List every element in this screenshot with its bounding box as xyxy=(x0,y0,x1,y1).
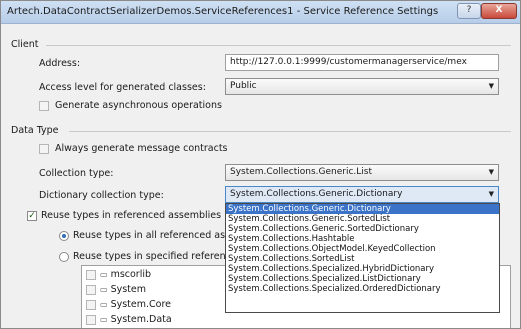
list-item[interactable]: ▭ System.Core xyxy=(86,299,171,312)
assembly-icon: ▭ xyxy=(100,315,108,324)
assembly-checkbox[interactable] xyxy=(86,284,96,295)
window-title: Artech.DataContractSerializerDemos.Servi… xyxy=(7,6,439,17)
address-input[interactable]: http://127.0.0.1:9999/customermanagerser… xyxy=(225,54,499,71)
reuse-types-label: Reuse types in referenced assemblies xyxy=(41,210,222,221)
reuse-all-radio[interactable] xyxy=(59,231,69,241)
assembly-icon: ▭ xyxy=(100,285,108,294)
service-reference-settings-window: Artech.DataContractSerializerDemos.Servi… xyxy=(0,0,521,329)
chevron-down-icon: ▼ xyxy=(488,190,494,198)
dropdown-option[interactable]: System.Collections.SortedList xyxy=(226,254,499,264)
message-contracts-checkbox[interactable] xyxy=(39,144,49,154)
collection-type-value: System.Collections.Generic.List xyxy=(230,167,372,177)
list-item[interactable]: ▭ mscorlib xyxy=(86,269,151,282)
dropdown-option[interactable]: System.Collections.Generic.SortedList xyxy=(226,214,499,224)
assembly-name: mscorlib xyxy=(110,269,152,280)
assembly-checkbox[interactable] xyxy=(86,314,96,325)
address-label: Address: xyxy=(39,58,81,69)
chevron-down-icon: ▼ xyxy=(488,168,494,176)
access-level-select[interactable]: Public ▼ xyxy=(225,78,499,95)
assembly-name: System.Data xyxy=(110,314,172,325)
dropdown-option[interactable]: System.Collections.Specialized.OrderedDi… xyxy=(226,284,499,294)
assembly-name: System.Core xyxy=(110,299,171,310)
assembly-icon: ▭ xyxy=(100,270,108,279)
dictionary-type-select[interactable]: System.Collections.Generic.Dictionary ▼ xyxy=(225,186,499,203)
data-type-section-label: Data Type xyxy=(11,125,59,136)
dictionary-type-dropdown-list[interactable]: System.Collections.Generic.Dictionary Sy… xyxy=(225,203,500,313)
dropdown-option[interactable]: System.Collections.Hashtable xyxy=(226,234,499,244)
async-label: Generate asynchronous operations xyxy=(55,100,222,111)
dropdown-option[interactable]: System.Collections.Specialized.HybridDic… xyxy=(226,264,499,274)
reuse-types-checkbox[interactable]: ✓ xyxy=(27,211,37,221)
title-bar[interactable]: Artech.DataContractSerializerDemos.Servi… xyxy=(1,1,520,24)
reuse-specified-radio[interactable] xyxy=(59,252,69,262)
help-button[interactable]: ? xyxy=(457,3,481,19)
chevron-down-icon: ▼ xyxy=(488,82,494,90)
assembly-checkbox[interactable] xyxy=(86,299,96,310)
dropdown-option[interactable]: System.Collections.Specialized.ListDicti… xyxy=(226,274,499,284)
assembly-checkbox[interactable] xyxy=(86,269,96,280)
dropdown-option[interactable]: System.Collections.ObjectModel.KeyedColl… xyxy=(226,244,499,254)
access-level-value: Public xyxy=(230,81,257,91)
access-level-label: Access level for generated classes: xyxy=(39,82,206,93)
assembly-name: System xyxy=(110,284,146,295)
dictionary-type-value: System.Collections.Generic.Dictionary xyxy=(230,189,403,199)
data-type-divider xyxy=(69,131,511,132)
message-contracts-label: Always generate message contracts xyxy=(55,143,228,154)
collection-type-label: Collection type: xyxy=(39,168,114,179)
client-section-label: Client xyxy=(11,39,39,50)
list-item[interactable]: ▭ System xyxy=(86,284,146,297)
assembly-icon: ▭ xyxy=(100,300,108,309)
dropdown-option[interactable]: System.Collections.Generic.SortedDiction… xyxy=(226,224,499,234)
close-button[interactable]: X xyxy=(481,3,517,19)
client-divider xyxy=(46,45,511,46)
dropdown-option[interactable]: System.Collections.Generic.Dictionary xyxy=(226,204,499,214)
async-checkbox[interactable] xyxy=(39,101,49,111)
dictionary-type-label: Dictionary collection type: xyxy=(39,190,164,201)
collection-type-select[interactable]: System.Collections.Generic.List ▼ xyxy=(225,164,499,181)
list-item[interactable]: ▭ System.Data xyxy=(86,314,172,327)
